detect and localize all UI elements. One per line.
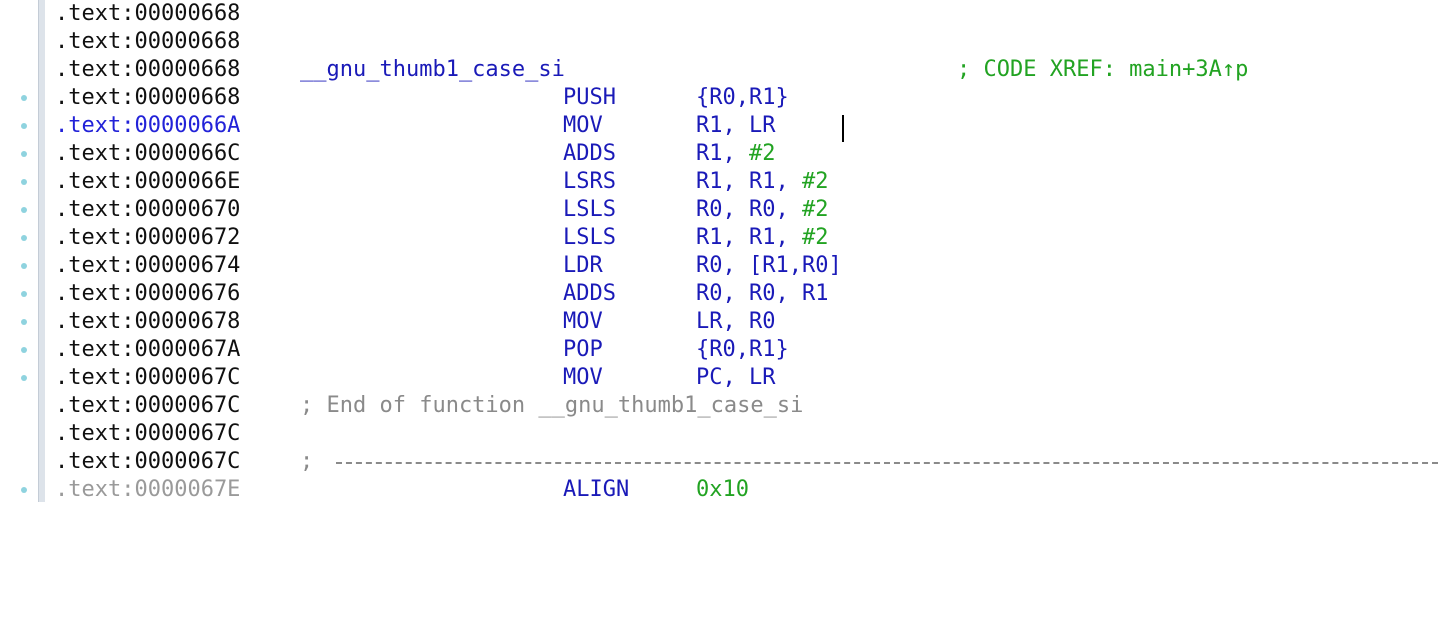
instruction-operands[interactable]: R0, R0, #2 <box>696 196 828 224</box>
line-address[interactable]: .text:00000670 <box>55 196 240 224</box>
line-address[interactable]: .text:0000067C <box>55 448 240 476</box>
listing-line[interactable]: .text:0000066E LSRS R1, R1, #2 <box>0 168 1438 196</box>
breakpoint-dot-icon[interactable] <box>21 263 27 269</box>
instruction-operands[interactable]: R1, #2 <box>696 140 775 168</box>
breakpoint-dot-icon[interactable] <box>21 319 27 325</box>
operand-immediate: #2 <box>801 197 829 222</box>
instruction-mnemonic[interactable]: MOV <box>563 112 603 140</box>
end-of-function-comment[interactable]: ; End of function __gnu_thumb1_case_si <box>300 392 803 420</box>
line-address[interactable]: .text:0000067C <box>55 392 240 420</box>
instruction-operands[interactable]: {R0,R1} <box>696 336 789 364</box>
breakpoint-dot-icon[interactable] <box>21 207 27 213</box>
listing-line[interactable]: .text:0000067C ; <box>0 448 1438 476</box>
instruction-mnemonic[interactable]: MOV <box>563 308 603 336</box>
function-label[interactable]: __gnu_thumb1_case_si <box>300 56 565 84</box>
listing-line[interactable]: .text:0000067A POP {R0,R1} <box>0 336 1438 364</box>
operand-registers: R1, R1, <box>696 169 802 194</box>
instruction-operands[interactable]: R1, R1, #2 <box>696 224 828 252</box>
instruction-operands[interactable]: R1, R1, #2 <box>696 168 828 196</box>
instruction-mnemonic[interactable]: LDR <box>563 252 603 280</box>
listing-line[interactable]: .text:00000668 PUSH {R0,R1} <box>0 84 1438 112</box>
listing-line[interactable]: .text:00000670 LSLS R0, R0, #2 <box>0 196 1438 224</box>
line-address[interactable]: .text:00000668 <box>55 0 240 28</box>
operand-registers: R1, <box>696 141 749 166</box>
listing-line[interactable]: .text:0000067C MOV PC, LR <box>0 364 1438 392</box>
instruction-operands[interactable]: PC, LR <box>696 364 775 392</box>
instruction-mnemonic[interactable]: LSLS <box>563 224 616 252</box>
instruction-mnemonic[interactable]: ADDS <box>563 140 616 168</box>
breakpoint-dot-icon[interactable] <box>21 375 27 381</box>
listing-line[interactable]: .text:00000668 <box>0 28 1438 56</box>
operand-immediate: 0x10 <box>696 477 749 502</box>
operand-registers: R1, R1, <box>696 225 802 250</box>
disassembly-listing[interactable]: .text:00000668 .text:00000668 .text:0000… <box>0 0 1438 502</box>
breakpoint-dot-icon[interactable] <box>21 151 27 157</box>
breakpoint-dot-icon[interactable] <box>21 179 27 185</box>
instruction-mnemonic[interactable]: POP <box>563 336 603 364</box>
instruction-mnemonic[interactable]: ALIGN <box>563 476 629 504</box>
operand-registers: R0, R0, <box>696 197 802 222</box>
listing-line[interactable]: .text:00000668 <box>0 0 1438 28</box>
line-address[interactable]: .text:0000066C <box>55 140 240 168</box>
instruction-mnemonic[interactable]: ADDS <box>563 280 616 308</box>
text-cursor <box>842 115 844 142</box>
listing-line[interactable]: .text:00000676 ADDS R0, R0, R1 <box>0 280 1438 308</box>
separator-line <box>336 462 1438 464</box>
line-address[interactable]: .text:00000676 <box>55 280 240 308</box>
line-address[interactable]: .text:0000067C <box>55 420 240 448</box>
instruction-operands[interactable]: LR, R0 <box>696 308 775 336</box>
line-address[interactable]: .text:0000066A <box>55 112 240 140</box>
line-address[interactable]: .text:0000067E <box>55 476 240 504</box>
breakpoint-dot-icon[interactable] <box>21 235 27 241</box>
code-xref-comment[interactable]: ; CODE XREF: main+3A↑p <box>957 56 1248 84</box>
operand-immediate: #2 <box>801 169 829 194</box>
line-address[interactable]: .text:0000066E <box>55 168 240 196</box>
listing-line[interactable]: .text:00000668 __gnu_thumb1_case_si ; CO… <box>0 56 1438 84</box>
breakpoint-dot-icon[interactable] <box>21 123 27 129</box>
breakpoint-dot-icon[interactable] <box>21 487 27 493</box>
line-address[interactable]: .text:00000668 <box>55 56 240 84</box>
instruction-mnemonic[interactable]: PUSH <box>563 84 616 112</box>
breakpoint-dot-icon[interactable] <box>21 291 27 297</box>
instruction-mnemonic[interactable]: LSLS <box>563 196 616 224</box>
listing-line[interactable]: .text:0000067E ALIGN 0x10 <box>0 476 1438 504</box>
separator-comment[interactable]: ; <box>300 448 313 476</box>
line-address[interactable]: .text:00000668 <box>55 84 240 112</box>
line-address[interactable]: .text:00000674 <box>55 252 240 280</box>
listing-line[interactable]: .text:0000066C ADDS R1, #2 <box>0 140 1438 168</box>
instruction-operands[interactable]: R1, LR <box>696 112 775 140</box>
listing-line[interactable]: .text:00000674 LDR R0, [R1,R0] <box>0 252 1438 280</box>
listing-line[interactable]: .text:0000067C ; End of function __gnu_t… <box>0 392 1438 420</box>
instruction-mnemonic[interactable]: MOV <box>563 364 603 392</box>
listing-line[interactable]: .text:00000672 LSLS R1, R1, #2 <box>0 224 1438 252</box>
instruction-operands[interactable]: R0, R0, R1 <box>696 280 828 308</box>
line-address[interactable]: .text:00000668 <box>55 28 240 56</box>
line-address[interactable]: .text:00000672 <box>55 224 240 252</box>
listing-line-selected[interactable]: .text:0000066A MOV R1, LR <box>0 112 1438 140</box>
listing-line[interactable]: .text:00000678 MOV LR, R0 <box>0 308 1438 336</box>
instruction-mnemonic[interactable]: LSRS <box>563 168 616 196</box>
line-address[interactable]: .text:00000678 <box>55 308 240 336</box>
line-address[interactable]: .text:0000067A <box>55 336 240 364</box>
instruction-operands[interactable]: 0x10 <box>696 476 749 504</box>
breakpoint-dot-icon[interactable] <box>21 95 27 101</box>
instruction-operands[interactable]: {R0,R1} <box>696 84 789 112</box>
listing-line[interactable]: .text:0000067C <box>0 420 1438 448</box>
line-address[interactable]: .text:0000067C <box>55 364 240 392</box>
operand-immediate: #2 <box>801 225 829 250</box>
operand-immediate: #2 <box>748 141 776 166</box>
instruction-operands[interactable]: R0, [R1,R0] <box>696 252 842 280</box>
breakpoint-dot-icon[interactable] <box>21 347 27 353</box>
